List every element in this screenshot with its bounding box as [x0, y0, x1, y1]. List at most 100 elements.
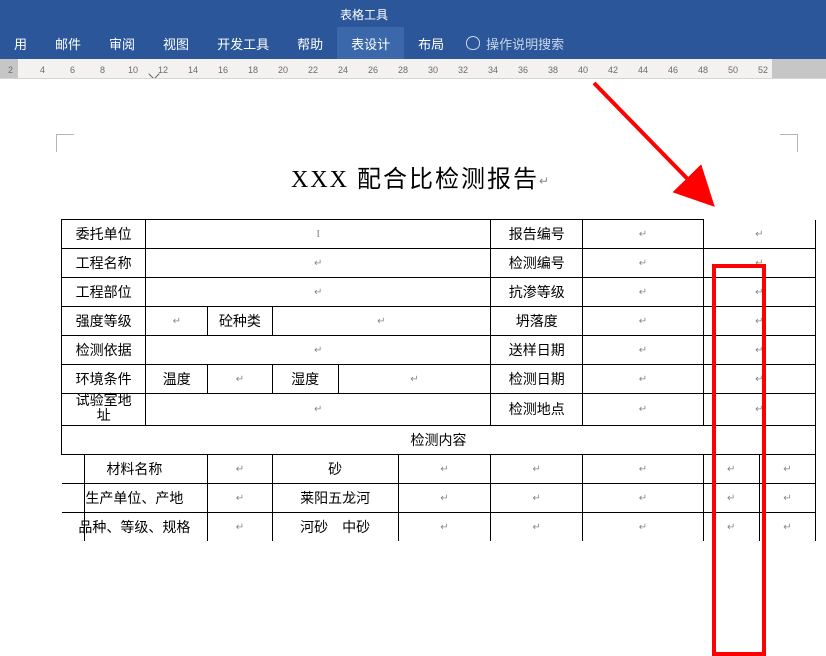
- table-cell[interactable]: ↵: [583, 278, 703, 307]
- table-cell[interactable]: ↵: [759, 483, 815, 512]
- table-cell[interactable]: ↵: [146, 278, 491, 307]
- table-cell[interactable]: 砂: [272, 454, 398, 483]
- table-cell[interactable]: 检测编号: [491, 249, 583, 278]
- table-cell[interactable]: ↵: [208, 454, 272, 483]
- title-bar: 表格工具 问题：Word文档中的表格边框缺失怎么办？.docx [兼容模式] -…: [0, 0, 826, 27]
- table-cell[interactable]: ↵: [703, 220, 815, 249]
- table-cell[interactable]: 生产单位、产地: [62, 483, 208, 512]
- table-cell[interactable]: 检测地点: [491, 394, 583, 426]
- table-cell[interactable]: 河砂 中砂: [272, 512, 398, 541]
- table-cell[interactable]: ↵: [338, 365, 490, 394]
- horizontal-ruler[interactable]: 2 4 6 8 10 12 14 16 18 20 22 24 26 28 30…: [0, 59, 826, 79]
- table-cell[interactable]: 强度等级: [62, 307, 146, 336]
- table-cell[interactable]: 温度: [146, 365, 208, 394]
- table-cell[interactable]: ↵: [703, 454, 759, 483]
- table-cell[interactable]: 砼种类: [208, 307, 272, 336]
- table-cell[interactable]: ↵: [491, 454, 583, 483]
- table-cell[interactable]: ↵: [583, 512, 703, 541]
- table-cell[interactable]: 环境条件: [62, 365, 146, 394]
- table-cell[interactable]: ↵: [583, 220, 703, 249]
- table-row[interactable]: 环境条件 温度 ↵ 湿度 ↵ 检测日期 ↵ ↵: [62, 365, 816, 394]
- tell-me-search[interactable]: 操作说明搜索: [466, 27, 564, 59]
- table-cell[interactable]: ↵: [759, 454, 815, 483]
- table-cell[interactable]: 检测内容: [62, 425, 816, 454]
- table-cell[interactable]: ↵: [583, 307, 703, 336]
- page[interactable]: XXX 配合比检测报告↵ 委托单位: [18, 89, 824, 194]
- paragraph-mark-icon: ↵: [639, 522, 647, 533]
- table-cell[interactable]: I: [146, 220, 491, 249]
- table-row[interactable]: 强度等级 ↵ 砼种类 ↵ 坍落度 ↵ ↵: [62, 307, 816, 336]
- table-cell[interactable]: ↵: [703, 483, 759, 512]
- table-row[interactable]: 委托单位 I 报告编号 ↵ ↵: [62, 220, 816, 249]
- table-row[interactable]: 材料名称 ↵ 砂 ↵ ↵ ↵ ↵ ↵: [62, 454, 816, 483]
- table-cell[interactable]: ↵: [583, 365, 703, 394]
- table-cell[interactable]: 检测依据: [62, 336, 146, 365]
- table-cell[interactable]: ↵: [208, 512, 272, 541]
- table-cell[interactable]: ↵: [703, 365, 815, 394]
- table-cell[interactable]: ↵: [583, 454, 703, 483]
- document-canvas[interactable]: XXX 配合比检测报告↵ 委托单位: [0, 79, 826, 589]
- table-cell[interactable]: ↵: [759, 512, 815, 541]
- paragraph-mark-icon: ↵: [236, 522, 244, 533]
- table-row[interactable]: 品种、等级、规格 ↵ 河砂 中砂 ↵ ↵ ↵ ↵ ↵: [62, 512, 816, 541]
- table-cell[interactable]: 材料名称: [62, 454, 208, 483]
- paragraph-mark-icon: ↵: [173, 316, 181, 327]
- tab-table-layout[interactable]: 布局: [404, 27, 458, 59]
- table-cell[interactable]: 试验室地 址: [62, 394, 146, 426]
- table-row[interactable]: 工程部位 ↵ 抗渗等级 ↵ ↵: [62, 278, 816, 307]
- table-cell[interactable]: 抗渗等级: [491, 278, 583, 307]
- table-row[interactable]: 工程名称 ↵ 检测编号 ↵ ↵: [62, 249, 816, 278]
- table-cell[interactable]: ↵: [146, 394, 491, 426]
- table-cell[interactable]: ↵: [208, 365, 272, 394]
- table-cell[interactable]: 莱阳五龙河: [272, 483, 398, 512]
- table-cell[interactable]: 检测日期: [491, 365, 583, 394]
- document-table[interactable]: 委托单位 I 报告编号 ↵ ↵ 工程名称 ↵ 检测编号 ↵ ↵ 工程部位 ↵ 抗…: [61, 219, 816, 541]
- table-cell[interactable]: 湿度: [272, 365, 338, 394]
- table-cell[interactable]: ↵: [703, 336, 815, 365]
- tab-developer[interactable]: 开发工具: [203, 27, 283, 59]
- table-cell[interactable]: ↵: [583, 336, 703, 365]
- table-cell[interactable]: 报告编号: [491, 220, 583, 249]
- table-cell[interactable]: ↵: [491, 483, 583, 512]
- table-cell[interactable]: ↵: [398, 512, 490, 541]
- table-cell[interactable]: 工程部位: [62, 278, 146, 307]
- table-cell[interactable]: ↵: [146, 307, 208, 336]
- table-cell[interactable]: ↵: [583, 483, 703, 512]
- page-title[interactable]: XXX 配合比检测报告↵: [18, 159, 824, 194]
- tab-review[interactable]: 审阅: [95, 27, 149, 59]
- table-cell[interactable]: 送样日期: [491, 336, 583, 365]
- table-cell[interactable]: 工程名称: [62, 249, 146, 278]
- table-cell[interactable]: ↵: [398, 454, 490, 483]
- table-row[interactable]: 生产单位、产地 ↵ 莱阳五龙河 ↵ ↵ ↵ ↵ ↵: [62, 483, 816, 512]
- text-cursor-icon: I: [316, 228, 320, 240]
- table-cell[interactable]: ↵: [703, 278, 815, 307]
- table-cell[interactable]: 坍落度: [491, 307, 583, 336]
- table-row[interactable]: 检测依据 ↵ 送样日期 ↵ ↵: [62, 336, 816, 365]
- table-cell[interactable]: ↵: [146, 336, 491, 365]
- table-cell[interactable]: ↵: [208, 483, 272, 512]
- table-cell[interactable]: ↵: [398, 483, 490, 512]
- table-cell[interactable]: ↵: [491, 512, 583, 541]
- table-cell[interactable]: ↵: [703, 512, 759, 541]
- tab-table-design[interactable]: 表设计: [337, 27, 404, 59]
- table-cell[interactable]: 品种、等级、规格: [62, 512, 208, 541]
- table-cell[interactable]: ↵: [146, 249, 491, 278]
- table-row[interactable]: 试验室地 址 ↵ 检测地点 ↵ ↵: [62, 394, 816, 426]
- table-cell[interactable]: ↵: [703, 394, 815, 426]
- tab-help[interactable]: 帮助: [283, 27, 337, 59]
- paragraph-mark-icon: ↵: [783, 464, 791, 475]
- tab-references-partial[interactable]: 用: [0, 27, 41, 59]
- table-cell[interactable]: ↵: [703, 307, 815, 336]
- table-row[interactable]: 检测内容: [62, 425, 816, 454]
- ruler-tick: 36: [518, 65, 528, 75]
- ruler-tick: 22: [308, 65, 318, 75]
- table-cell[interactable]: ↵: [703, 249, 815, 278]
- tab-view[interactable]: 视图: [149, 27, 203, 59]
- ruler-tick: 12: [158, 65, 168, 75]
- table-cell[interactable]: ↵: [272, 307, 491, 336]
- table-cell[interactable]: ↵: [583, 394, 703, 426]
- table-cell[interactable]: 委托单位: [62, 220, 146, 249]
- tab-mailings[interactable]: 邮件: [41, 27, 95, 59]
- ruler-tick: 10: [128, 65, 138, 75]
- table-cell[interactable]: ↵: [583, 249, 703, 278]
